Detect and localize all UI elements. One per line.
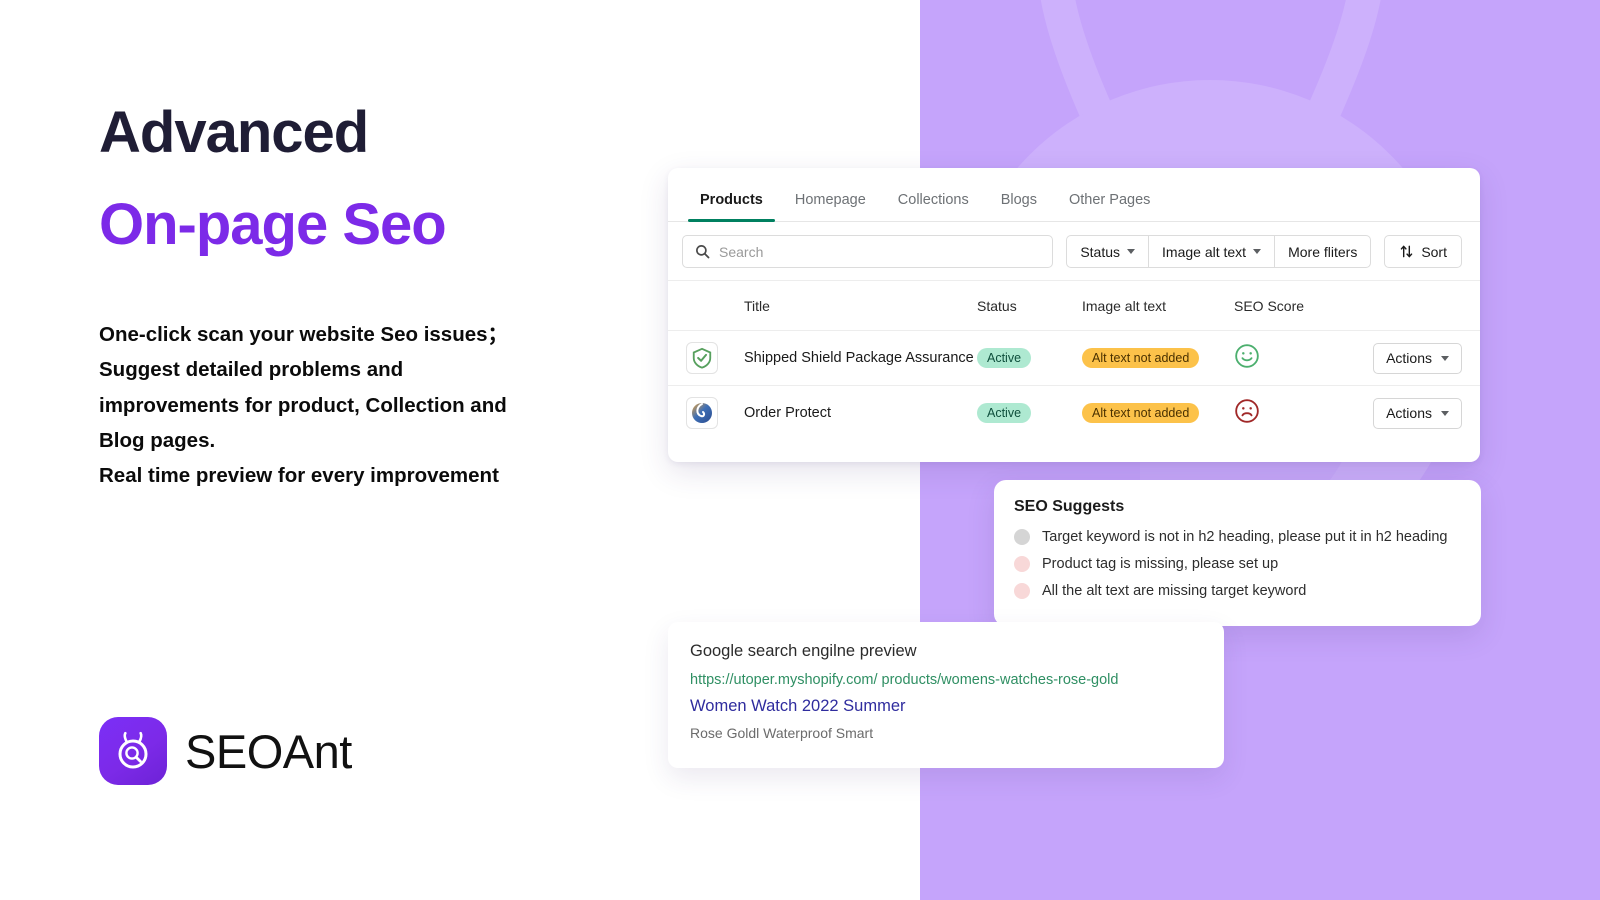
suggest-text: Product tag is missing, please set up (1042, 556, 1279, 572)
google-preview-title[interactable]: Women Watch 2022 Summer (690, 697, 1202, 716)
filter-status-button[interactable]: Status (1066, 235, 1149, 268)
product-seo-score-cell (1234, 343, 1354, 374)
smiley-happy-icon (1235, 343, 1259, 368)
google-preview-panel: Google search engilne preview https://ut… (668, 622, 1224, 768)
google-preview-heading: Google search engilne preview (690, 642, 917, 660)
suggest-text: Target keyword is not in h2 heading, ple… (1042, 529, 1448, 545)
list-item: Product tag is missing, please set up (1014, 556, 1461, 572)
filter-image-alt-text-button[interactable]: Image alt text (1148, 235, 1275, 268)
google-preview-description: Rose Goldl Waterproof Smart (690, 725, 874, 741)
table-header-row: Title Status Image alt text SEO Score (668, 280, 1480, 330)
product-actions-cell: Actions (1354, 397, 1462, 429)
alt-text-badge: Alt text not added (1082, 348, 1200, 368)
actions-button[interactable]: Actions (1373, 342, 1462, 374)
list-item: All the alt text are missing target keyw… (1014, 583, 1461, 599)
tab-homepage[interactable]: Homepage (783, 192, 878, 221)
green-shield-check-icon (692, 347, 712, 369)
product-seo-score-cell (1234, 398, 1354, 429)
product-thumbnail-cell (686, 397, 744, 429)
product-thumbnail-cell (686, 342, 744, 374)
alt-text-badge: Alt text not added (1082, 403, 1200, 423)
brand-name: SEOAnt (185, 724, 352, 778)
chevron-down-icon (1253, 249, 1262, 254)
search-placeholder: Search (719, 243, 764, 260)
suggest-text: All the alt text are missing target keyw… (1042, 583, 1307, 599)
product-actions-cell: Actions (1354, 342, 1462, 374)
ant-magnifier-icon (118, 731, 148, 769)
table-header-status: Status (977, 297, 1017, 314)
chevron-down-icon (1441, 355, 1449, 361)
filter-button-group: Status Image alt text More fliters (1066, 235, 1372, 268)
logo-badge (99, 717, 167, 785)
search-input[interactable]: Search (682, 235, 1054, 268)
product-status-cell: Active (977, 403, 1082, 423)
status-badge: Active (977, 348, 1032, 368)
sort-label: Sort (1421, 243, 1447, 260)
actions-label: Actions (1386, 405, 1432, 421)
tab-other-pages[interactable]: Other Pages (1057, 192, 1162, 221)
table-row[interactable]: Order Protect Active Alt text not added … (668, 385, 1480, 440)
hero-description: One-click scan your website Seo issues； … (99, 317, 629, 493)
more-filters-label: More fliters (1288, 243, 1358, 260)
tab-bar: Products Homepage Collections Blogs Othe… (668, 168, 1480, 222)
hero-description-line: Real time preview for every improvement (99, 464, 499, 487)
product-status-cell: Active (977, 348, 1082, 368)
status-dot-icon (1014, 556, 1030, 572)
sort-arrows-icon (1401, 245, 1413, 258)
tab-products[interactable]: Products (688, 192, 775, 222)
purple-backdrop-notch-lower (920, 760, 1080, 900)
hero-description-line: Suggest detailed problems and (99, 358, 404, 382)
page-title-line2: On-page Seo (99, 192, 447, 257)
table-header-title: Title (744, 297, 770, 314)
product-title: Shipped Shield Package Assurance (744, 350, 974, 366)
filter-toolbar: Search Status Image alt text More fliter… (668, 222, 1480, 280)
hero-description-line: One-click scan your website Seo issues； (99, 323, 509, 346)
table-header-image-alt-text: Image alt text (1082, 297, 1167, 314)
list-item: Target keyword is not in h2 heading, ple… (1014, 529, 1461, 545)
sort-button[interactable]: Sort (1384, 235, 1462, 268)
status-badge: Active (977, 403, 1032, 423)
table-header-seo-score: SEO Score (1234, 297, 1305, 314)
actions-label: Actions (1386, 350, 1432, 366)
brand-logo: SEOAnt (99, 717, 352, 785)
thumb-frame (686, 397, 718, 429)
products-panel: Products Homepage Collections Blogs Othe… (668, 168, 1480, 462)
thumb-frame (686, 342, 718, 374)
product-alt-text-cell: Alt text not added (1082, 403, 1234, 423)
promo-banner: Advanced On-page Seo One-click scan your… (0, 0, 1600, 900)
search-icon (696, 245, 710, 259)
seo-suggests-panel: SEO Suggests Target keyword is not in h2… (994, 480, 1481, 626)
tab-collections[interactable]: Collections (886, 192, 981, 221)
chevron-down-icon (1127, 249, 1136, 254)
google-preview-url[interactable]: https://utoper.myshopify.com/ products/w… (690, 672, 1202, 688)
actions-button[interactable]: Actions (1373, 397, 1462, 429)
white-cutout-top (668, 0, 920, 172)
product-title: Order Protect (744, 405, 832, 421)
table-row[interactable]: Shipped Shield Package Assurance Active … (668, 330, 1480, 385)
smiley-sad-icon (1235, 398, 1259, 423)
more-filters-button[interactable]: More fliters (1274, 235, 1372, 268)
status-dot-icon (1014, 529, 1030, 545)
blue-swirl-icon (692, 403, 712, 423)
filter-status-label: Status (1080, 243, 1121, 260)
page-title-line1: Advanced (99, 100, 369, 165)
seo-suggests-title: SEO Suggests (1014, 498, 1125, 515)
chevron-down-icon (1441, 410, 1449, 416)
filter-image-alt-text-label: Image alt text (1162, 243, 1247, 260)
status-dot-icon (1014, 583, 1030, 599)
product-alt-text-cell: Alt text not added (1082, 348, 1234, 368)
hero-description-line: Blog pages. (99, 428, 216, 452)
hero-description-line: improvements for product, Collection and (99, 393, 507, 417)
tab-blogs[interactable]: Blogs (989, 192, 1049, 221)
